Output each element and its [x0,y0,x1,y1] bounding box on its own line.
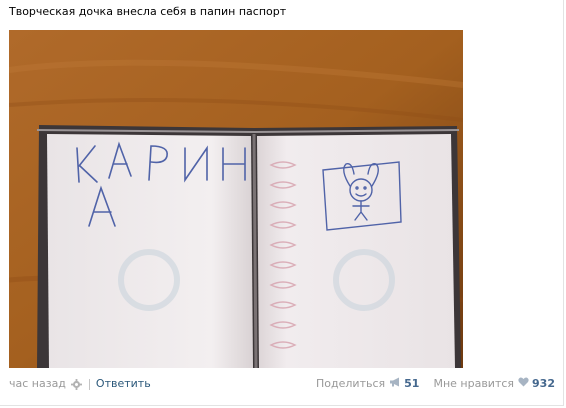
like-label: Мне нравится [433,377,515,390]
post-actions: Поделиться 51 Мне нравится 932 [316,376,555,392]
post-footer: час назад Ответить Поделиться 51 Мне нра… [9,376,555,392]
divider [88,378,90,390]
post-text: Творческая дочка внесла себя в папин пас… [9,5,287,18]
share-label: Поделиться [316,377,386,390]
like-count: 932 [532,377,555,390]
passport-photo-illustration [9,30,463,368]
share-button[interactable]: Поделиться 51 [316,376,419,392]
megaphone-icon [389,376,401,392]
share-count: 51 [404,377,420,390]
like-button[interactable]: Мне нравится 932 [433,376,555,392]
wall-post: Творческая дочка внесла себя в папин пас… [0,0,564,406]
reply-link[interactable]: Ответить [96,376,151,392]
post-photo[interactable] [9,30,463,368]
post-time[interactable]: час назад [9,376,66,392]
gear-icon[interactable] [70,378,82,390]
post-meta: час назад Ответить [9,376,151,392]
heart-icon [518,376,529,392]
